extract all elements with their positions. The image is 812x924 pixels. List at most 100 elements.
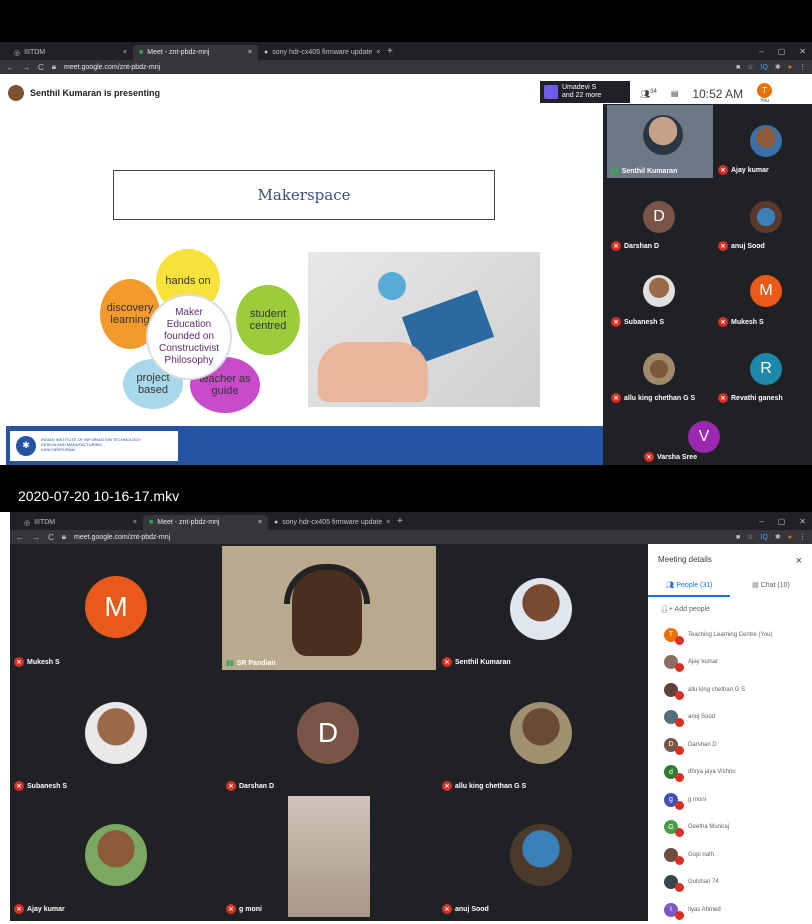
address-bar: ← → C 🔒︎ meet.google.com/znt-pbdz-mnj ■ ☆ IQ ✱…: [0, 60, 812, 74]
mic-off-icon: ✕: [14, 781, 24, 791]
close-window-icon[interactable]: ✕: [799, 517, 806, 526]
close-icon[interactable]: ×: [386, 519, 390, 526]
close-icon[interactable]: ×: [258, 519, 262, 526]
extension-icon[interactable]: IQ: [761, 64, 768, 71]
list-item[interactable]: Gulshan 74: [648, 869, 812, 897]
institute-logo: ✱ INDIAN INSTITUTE OF INFORMATION TECHNO…: [10, 430, 178, 461]
tile-darshan-d[interactable]: D ✕ Darshan D: [222, 672, 436, 794]
tile-subanesh-s[interactable]: ✕ Subanesh S: [10, 672, 220, 794]
tile-anuj-sood[interactable]: ✕ anuj Sood: [438, 796, 648, 917]
people-list: T Teaching Learning Centre (You) Ajay kuma…: [648, 621, 812, 924]
puzzle-icon[interactable]: ✱: [775, 533, 781, 541]
avatar: I: [664, 902, 684, 920]
tile-ajay-kumar[interactable]: ✕ Ajay kumar: [714, 105, 812, 178]
mic-off-icon: [675, 910, 684, 920]
address-bar-2: ← → C 🔒︎ meet.google.com/znt-pbdz-mnj ■ ☆ IQ ✱…: [10, 530, 812, 544]
mic-off-icon: [675, 635, 684, 645]
url-field[interactable]: meet.google.com/znt-pbdz-mnj: [64, 64, 160, 71]
tile-ajay-kumar[interactable]: ✕ Ajay kumar: [10, 796, 220, 917]
mic-off-icon: ✕: [14, 904, 24, 914]
makerspace-photo: [308, 252, 540, 407]
tile-mukesh-s[interactable]: M ✕ Mukesh S: [10, 546, 220, 670]
list-item[interactable]: D Darshan D: [648, 731, 812, 759]
profile-icon[interactable]: ●: [788, 64, 792, 71]
tab-chat[interactable]: ▤ Chat (10): [730, 581, 812, 597]
camera-icon[interactable]: ■: [736, 534, 740, 541]
menu-icon[interactable]: ⋮: [799, 63, 806, 71]
list-item[interactable]: anuj Sood: [648, 704, 812, 732]
tile-allu-king-chethan[interactable]: ✕ allu king chethan G S: [607, 333, 713, 406]
tab-meet[interactable]: ■ Meet - znt-pbdz-mnj ×: [133, 45, 258, 60]
you-avatar[interactable]: T: [757, 83, 773, 98]
tab-sony[interactable]: ● sony hdr-cx405 firmware update ×: [268, 515, 393, 530]
extension-icon[interactable]: IQ: [761, 534, 768, 541]
list-item[interactable]: d dhrya jaya Vishnu: [648, 759, 812, 787]
minimize-icon[interactable]: –: [759, 47, 763, 56]
back-icon[interactable]: ←: [16, 533, 24, 542]
new-tab-icon[interactable]: +: [397, 516, 403, 527]
maximize-icon[interactable]: ▢: [778, 47, 786, 56]
people-icon: 👥︎: [665, 582, 677, 589]
avatar: [664, 847, 684, 865]
tab-iiitdm[interactable]: ◎ IIITDM ×: [18, 515, 143, 530]
list-item[interactable]: allu king chethan G S: [648, 676, 812, 704]
back-icon[interactable]: ←: [6, 63, 14, 72]
forward-icon[interactable]: →: [32, 533, 40, 542]
list-item[interactable]: g g moni: [648, 786, 812, 814]
tile-anuj-sood[interactable]: ✕ anuj Sood: [714, 181, 812, 254]
tab-people[interactable]: 👥︎ People (31): [648, 581, 730, 597]
list-item[interactable]: T Teaching Learning Centre (You): [648, 621, 812, 649]
camera-icon[interactable]: ■: [736, 64, 740, 71]
star-icon[interactable]: ☆: [747, 63, 753, 71]
tile-darshan-d[interactable]: D ✕ Darshan D: [607, 181, 713, 254]
slide-footer: ✱ INDIAN INSTITUTE OF INFORMATION TECHNO…: [6, 426, 603, 465]
list-item[interactable]: I Ilyas Ahmed: [648, 896, 812, 924]
tile-subanesh-s[interactable]: ✕ Subanesh S: [607, 257, 713, 330]
reload-icon[interactable]: C: [48, 533, 54, 542]
puzzle-icon[interactable]: ✱: [775, 63, 781, 71]
close-icon[interactable]: ×: [123, 49, 127, 56]
close-window-icon[interactable]: ✕: [799, 47, 806, 56]
tile-mukesh-s[interactable]: M ✕ Mukesh S: [714, 257, 812, 330]
avatar: [85, 702, 147, 764]
tile-senthil-kumaran[interactable]: ✕ Senthil Kumaran: [438, 546, 648, 670]
profile-icon[interactable]: ●: [788, 534, 792, 541]
avatar: [664, 655, 684, 673]
new-tab-icon[interactable]: +: [387, 46, 393, 57]
avatar: [510, 578, 572, 640]
list-item[interactable]: Gopi nath: [648, 841, 812, 869]
tile-senthil-kumaran[interactable]: ▮▮ Senthil Kumaran: [607, 105, 713, 178]
reload-icon[interactable]: C: [38, 63, 44, 72]
minimize-icon[interactable]: –: [759, 517, 763, 526]
add-people-button[interactable]: 👤︎+ Add people: [648, 597, 812, 621]
star-icon[interactable]: ☆: [747, 533, 753, 541]
list-item[interactable]: Ajay kumar: [648, 649, 812, 677]
close-icon[interactable]: ×: [248, 49, 252, 56]
tab-meet[interactable]: ■ Meet - znt-pbdz-mnj ×: [143, 515, 268, 530]
menu-icon[interactable]: ⋮: [799, 533, 806, 541]
chat-icon[interactable]: ▤: [671, 89, 679, 98]
mic-off-icon: [675, 718, 684, 728]
avatar: R: [750, 353, 782, 385]
panel-title: Meeting details: [658, 555, 712, 564]
tab-sony[interactable]: ● sony hdr-cx405 firmware update ×: [258, 45, 383, 60]
forward-icon[interactable]: →: [22, 63, 30, 72]
close-icon[interactable]: ×: [133, 519, 137, 526]
url-field[interactable]: meet.google.com/znt-pbdz-mnj: [74, 534, 170, 541]
close-icon[interactable]: ×: [376, 49, 380, 56]
tile-g-moni[interactable]: ✕ g moni: [222, 796, 436, 917]
tab-iiitdm[interactable]: ◎ IIITDM ×: [8, 45, 133, 60]
tile-revathi-ganesh[interactable]: R ✕ Revathi ganesh: [714, 333, 812, 406]
mic-off-icon: ✕: [442, 781, 452, 791]
avatar: M: [85, 576, 147, 638]
viewers-badge[interactable]: Umadevi Sand 22 more: [540, 81, 630, 103]
tile-sr-pandian[interactable]: ▮▮ SR Pandian: [222, 546, 436, 670]
people-icon[interactable]: 👥︎34: [640, 89, 657, 99]
close-icon[interactable]: ×: [796, 555, 802, 567]
list-item[interactable]: G Geetha Muniraj: [648, 814, 812, 842]
diagram-center: Maker Education founded on Constructivist Ph…: [146, 294, 232, 380]
meet-icon: ■: [149, 519, 154, 526]
maximize-icon[interactable]: ▢: [778, 517, 786, 526]
tile-allu-king-chethan[interactable]: ✕ allu king chethan G S: [438, 672, 648, 794]
tile-varsha-sree[interactable]: V ✕ Varsha Sree: [640, 409, 760, 465]
